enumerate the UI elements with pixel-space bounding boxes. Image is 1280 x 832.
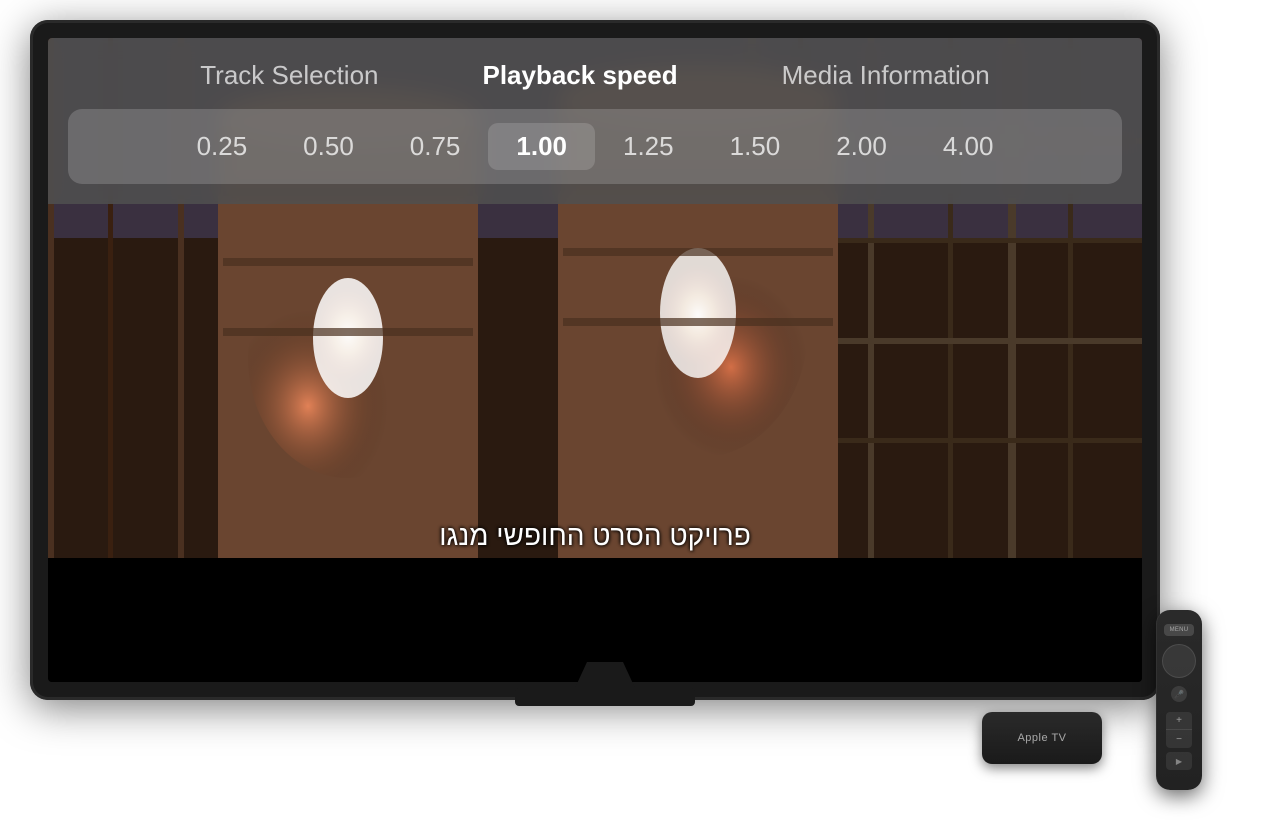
tab-track-selection[interactable]: Track Selection — [148, 60, 430, 91]
speed-0.75[interactable]: 0.75 — [382, 123, 489, 170]
tab-playback-speed[interactable]: Playback speed — [430, 60, 729, 91]
stand-base — [515, 688, 695, 706]
remote-mic-button[interactable]: 🎤 — [1171, 686, 1187, 702]
remote-volume-down-button[interactable]: − — [1166, 730, 1192, 748]
tv-bezel: פרויקט הסרט החופשי מנגו Track Selection … — [30, 20, 1160, 700]
subtitle-text: פרויקט הסרט החופשי מנגו — [439, 520, 751, 552]
speed-4.00[interactable]: 4.00 — [915, 123, 1022, 170]
apple-tv-remote: MENU 🎤 + − ▶ — [1156, 610, 1202, 790]
apple-tv-device: Apple TV — [982, 712, 1102, 764]
remote-body: MENU 🎤 + − ▶ — [1156, 610, 1202, 790]
speed-1.00[interactable]: 1.00 — [488, 123, 595, 170]
speed-selector: 0.25 0.50 0.75 1.00 1.25 1.50 2.00 4.00 — [68, 109, 1122, 184]
stand-neck — [575, 662, 635, 688]
speed-0.25[interactable]: 0.25 — [169, 123, 276, 170]
tv-stand — [515, 662, 695, 706]
speed-1.50[interactable]: 1.50 — [702, 123, 809, 170]
tv-screen: פרויקט הסרט החופשי מנגו Track Selection … — [48, 38, 1142, 682]
remote-volume-up-button[interactable]: + — [1166, 712, 1192, 730]
tab-media-information[interactable]: Media Information — [730, 60, 1042, 91]
apple-tv-logo: Apple TV — [1017, 732, 1066, 744]
tv-unit: פרויקט הסרט החופשי מנגו Track Selection … — [30, 20, 1180, 740]
menu-tabs: Track Selection Playback speed Media Inf… — [48, 38, 1142, 109]
speed-1.25[interactable]: 1.25 — [595, 123, 702, 170]
main-scene: פרויקט הסרט החופשי מנגו Track Selection … — [0, 0, 1280, 832]
speed-2.00[interactable]: 2.00 — [808, 123, 915, 170]
overlay-menu: Track Selection Playback speed Media Inf… — [48, 38, 1142, 204]
remote-touchpad[interactable] — [1162, 644, 1196, 678]
remote-play-button[interactable]: ▶ — [1166, 752, 1192, 770]
remote-menu-button[interactable]: MENU — [1164, 624, 1194, 636]
speed-0.50[interactable]: 0.50 — [275, 123, 382, 170]
